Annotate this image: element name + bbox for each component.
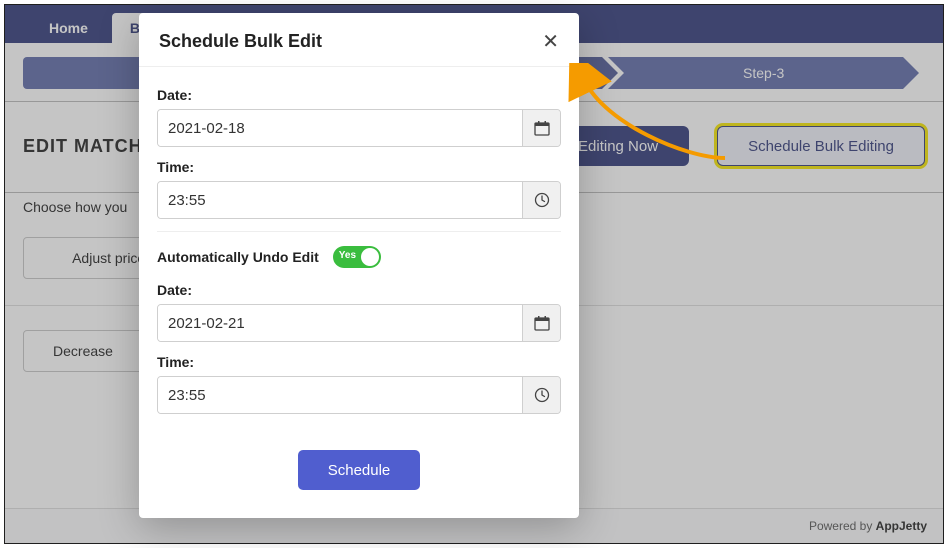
- schedule-button[interactable]: Schedule: [298, 450, 421, 490]
- undo-time-input[interactable]: [158, 377, 522, 413]
- clock-icon[interactable]: [522, 182, 560, 218]
- date-field: [157, 109, 561, 147]
- modal-title: Schedule Bulk Edit: [159, 31, 322, 52]
- toggle-state: Yes: [339, 250, 356, 261]
- undo-time-label: Time:: [157, 354, 561, 370]
- time-input[interactable]: [158, 182, 522, 218]
- time-label: Time:: [157, 159, 561, 175]
- schedule-modal: Schedule Bulk Edit ✕ Date: Time: Automat…: [139, 13, 579, 518]
- date-label: Date:: [157, 87, 561, 103]
- undo-date-field: [157, 304, 561, 342]
- time-field: [157, 181, 561, 219]
- undo-time-field: [157, 376, 561, 414]
- calendar-icon[interactable]: [522, 305, 560, 341]
- close-icon[interactable]: ✕: [542, 32, 559, 52]
- undo-date-input[interactable]: [158, 305, 522, 341]
- undo-date-label: Date:: [157, 282, 561, 298]
- clock-icon[interactable]: [522, 377, 560, 413]
- toggle-knob: [361, 248, 379, 266]
- auto-undo-label: Automatically Undo Edit: [157, 249, 319, 265]
- date-input[interactable]: [158, 110, 522, 146]
- calendar-icon[interactable]: [522, 110, 560, 146]
- auto-undo-toggle[interactable]: Yes: [333, 246, 381, 268]
